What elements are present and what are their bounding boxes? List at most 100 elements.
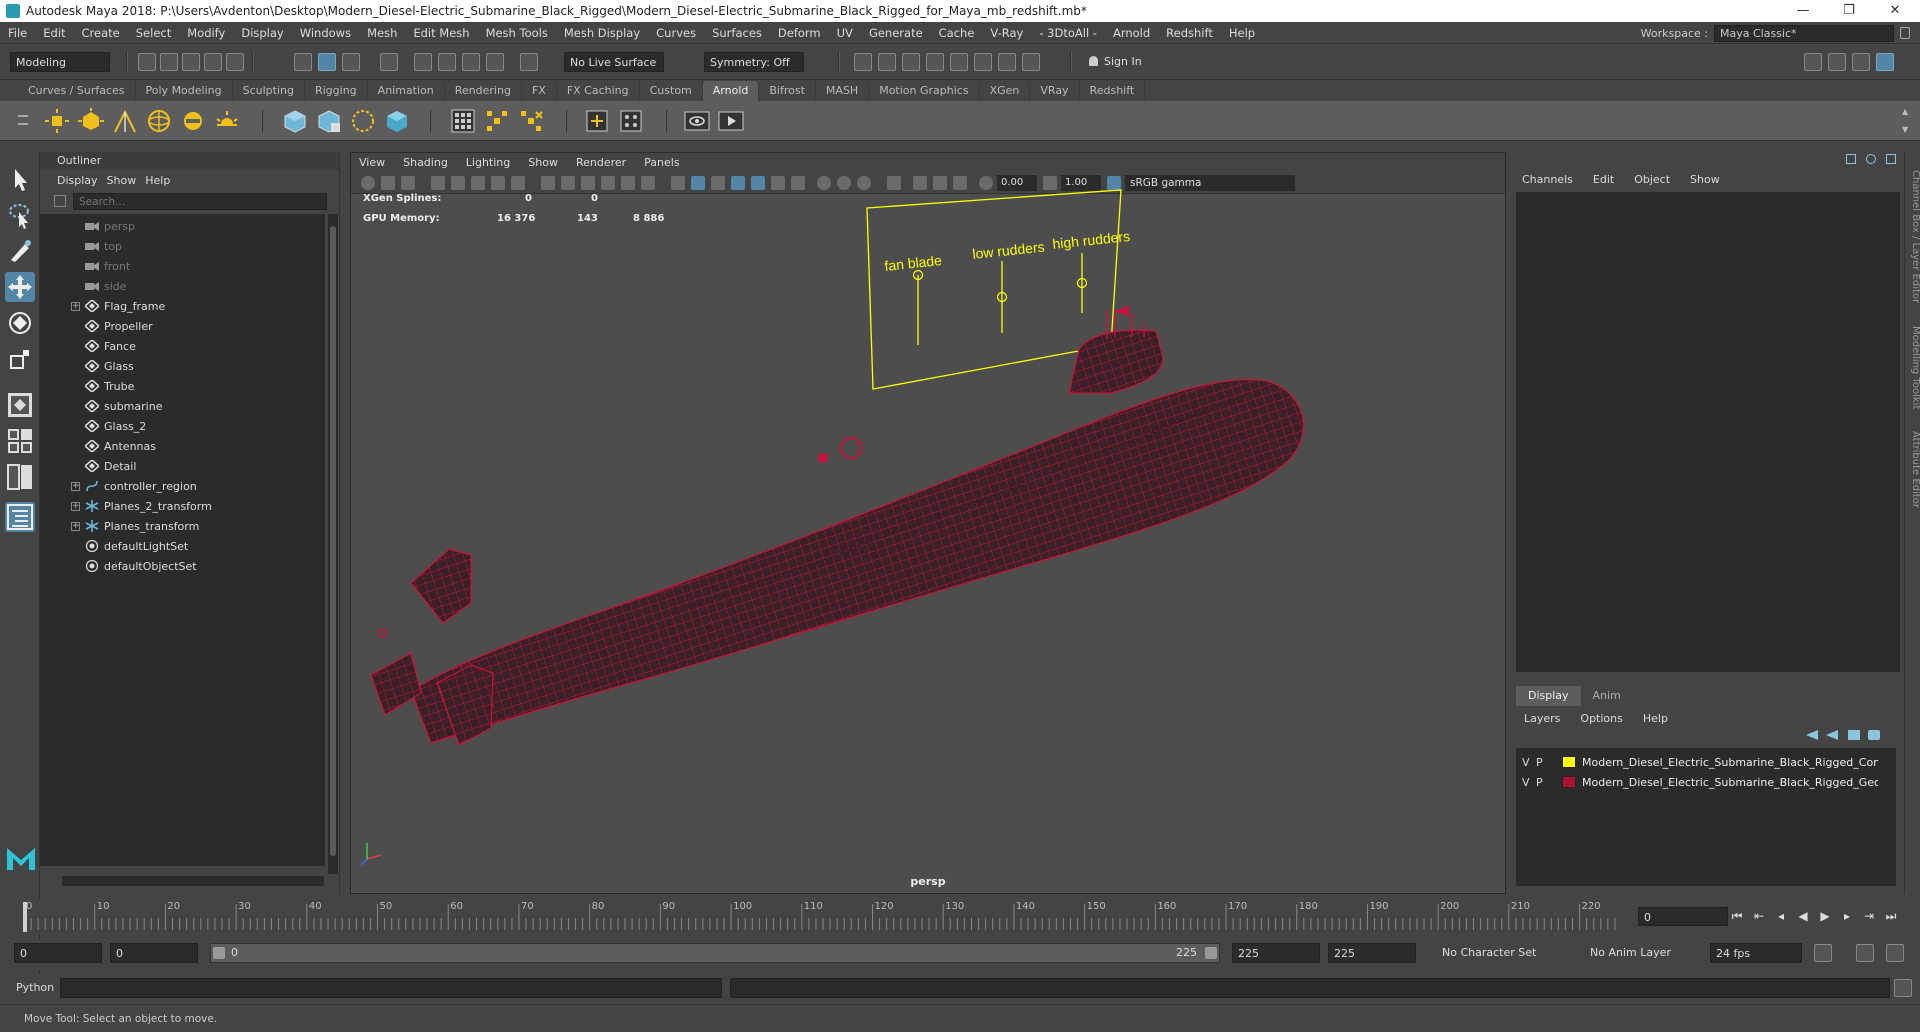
open-scene-icon[interactable] [160, 53, 178, 71]
range-slider[interactable]: 0 225 [210, 943, 1220, 963]
workspace-dropdown[interactable]: Maya Classic* [1714, 24, 1894, 42]
select-object-icon[interactable] [318, 53, 336, 71]
menu-mesh-display[interactable]: Mesh Display [556, 26, 648, 40]
two-view-layout-icon[interactable] [5, 462, 35, 492]
channel-box-float-icon[interactable] [1886, 154, 1896, 164]
rotate-tool-icon[interactable] [5, 308, 35, 338]
outliner-item-flag-frame[interactable]: + Flag_frame [40, 296, 325, 316]
ipr-render-icon[interactable] [902, 53, 920, 71]
channels-menu[interactable]: Channels [1512, 173, 1583, 186]
minimize-button[interactable]: — [1780, 0, 1826, 22]
shelf-tab-fx[interactable]: FX [522, 81, 557, 101]
layer-visibility-toggle[interactable]: V [1522, 776, 1530, 789]
menu-windows[interactable]: Windows [292, 26, 359, 40]
outliner-horizontal-scrollbar[interactable] [62, 876, 324, 886]
modeling-toolkit-icon[interactable] [1804, 53, 1822, 71]
menu-surfaces[interactable]: Surfaces [704, 26, 770, 40]
hypershade-icon[interactable] [950, 53, 968, 71]
go-to-end-icon[interactable]: ⏭ [1884, 908, 1898, 924]
viewport-panel[interactable]: View Shading Lighting Show Renderer Pane… [350, 152, 1506, 894]
outliner-search-input[interactable]: Search... [73, 193, 327, 210]
expand-icon[interactable]: + [71, 301, 80, 311]
outliner-item-glass-2[interactable]: Glass_2 [40, 416, 325, 436]
new-scene-icon[interactable] [138, 53, 156, 71]
undo-icon[interactable] [204, 53, 222, 71]
outliner-item-antennas[interactable]: Antennas [40, 436, 325, 456]
menu-redshift[interactable]: Redshift [1158, 26, 1221, 40]
menu-curves[interactable]: Curves [648, 26, 704, 40]
operators-icon[interactable] [618, 108, 644, 134]
end-time-field[interactable]: 225 [1328, 943, 1416, 963]
start-time-field[interactable]: 0 [14, 943, 102, 963]
shelf-scroll-up-icon[interactable]: ▲ [1902, 107, 1908, 116]
outliner-item-top[interactable]: top [40, 236, 325, 256]
light-editor-icon[interactable] [998, 53, 1016, 71]
menu-select[interactable]: Select [128, 26, 179, 40]
outliner-item-defaultobjectset[interactable]: defaultObjectSet [40, 556, 325, 576]
move-layer-up-icon[interactable] [1806, 730, 1818, 740]
menu-display[interactable]: Display [233, 26, 291, 40]
sign-in-button[interactable]: Sign In [1084, 52, 1194, 72]
export-standin-icon[interactable] [316, 108, 342, 134]
menu-help[interactable]: Help [1221, 26, 1263, 40]
live-surface-field[interactable]: No Live Surface [564, 52, 664, 72]
expand-icon[interactable]: + [71, 481, 80, 491]
channel-box-pin-icon[interactable] [1846, 154, 1856, 164]
symmetry-dropdown[interactable]: Symmetry: Off [704, 52, 804, 72]
outliner-item-planes-2-transform[interactable]: + Planes_2_transform [40, 496, 325, 516]
menu-modify[interactable]: Modify [179, 26, 233, 40]
layer-row[interactable]: V P Modern_Diesel_Electric_Submarine_Black… [1516, 752, 1896, 772]
options-menu[interactable]: Options [1568, 712, 1630, 725]
outliner-menu-show[interactable]: Show [107, 174, 146, 187]
object-menu[interactable]: Object [1624, 173, 1680, 186]
curve-collector-icon[interactable] [384, 108, 410, 134]
shelf-tab-animation[interactable]: Animation [368, 81, 445, 101]
shelf-tab-sculpting[interactable]: Sculpting [233, 81, 305, 101]
tab-display[interactable]: Display [1516, 686, 1581, 706]
shelf-tab-arnold[interactable]: Arnold [702, 81, 760, 101]
scale-tool-icon[interactable] [5, 344, 35, 374]
auto-key-icon[interactable] [1856, 944, 1874, 962]
snap-view-icon[interactable] [462, 53, 480, 71]
outliner-item-persp[interactable]: persp [40, 216, 325, 236]
shelf-tab-custom[interactable]: Custom [640, 81, 703, 101]
select-tool-icon[interactable] [5, 164, 35, 194]
menu-edit-mesh[interactable]: Edit Mesh [405, 26, 477, 40]
close-button[interactable]: ✕ [1872, 0, 1918, 22]
outliner-item-side[interactable]: side [40, 276, 325, 296]
snap-grid-icon[interactable] [380, 53, 398, 71]
render-setup-icon[interactable] [974, 53, 992, 71]
expand-icon[interactable]: + [71, 501, 80, 511]
flush-cache-icon[interactable] [484, 108, 510, 134]
step-back-frame-icon[interactable]: ◂ [1774, 908, 1788, 924]
channel-box-info-icon[interactable] [1866, 154, 1876, 164]
physical-sky-icon[interactable] [180, 108, 206, 134]
go-to-start-icon[interactable]: ⏮ [1730, 908, 1744, 924]
menu-edit[interactable]: Edit [35, 26, 73, 40]
single-view-layout-icon[interactable] [5, 390, 35, 420]
show-menu[interactable]: Show [1680, 173, 1730, 186]
mesh-light-icon[interactable] [78, 108, 104, 134]
shelf-tab-xgen[interactable]: XGen [980, 81, 1031, 101]
script-editor-icon[interactable] [1894, 979, 1912, 997]
paint-select-tool-icon[interactable] [5, 236, 35, 266]
character-set-dropdown[interactable]: No Character Set [1424, 943, 1574, 963]
menu-mesh[interactable]: Mesh [359, 26, 405, 40]
move-tool-icon[interactable] [5, 272, 35, 302]
expand-icon[interactable]: + [71, 521, 80, 531]
tab-modelling-toolkit[interactable]: Modelling Toolkit [1905, 320, 1920, 416]
outliner-layout-icon[interactable] [5, 502, 35, 532]
scene-canvas[interactable]: fan blade low rudders high rudders [351, 153, 1505, 893]
snap-icon[interactable] [520, 53, 538, 71]
render-view-shelf-icon[interactable] [450, 108, 476, 134]
outliner-vertical-scrollbar[interactable] [328, 214, 338, 874]
playback-end-field[interactable]: 225 [1232, 943, 1320, 963]
layer-visibility-toggle[interactable]: V [1522, 756, 1530, 769]
render-view-icon[interactable] [854, 53, 872, 71]
menu-deform[interactable]: Deform [770, 26, 829, 40]
menu-v-ray[interactable]: V-Ray [982, 26, 1031, 40]
shelf-tab-poly-modeling[interactable]: Poly Modeling [136, 81, 233, 101]
maximize-button[interactable]: ❐ [1826, 0, 1872, 22]
snap-curve-icon[interactable] [414, 53, 432, 71]
outliner-filter-icon[interactable] [54, 195, 66, 207]
